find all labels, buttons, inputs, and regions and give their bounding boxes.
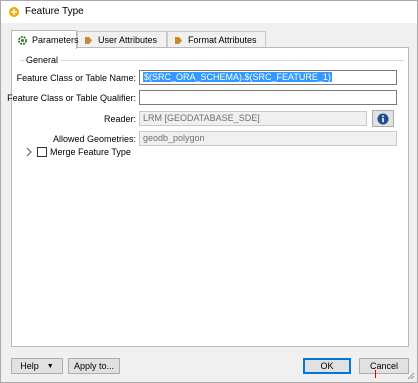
- geometries-field: geodb_polygon: [139, 131, 397, 146]
- help-button[interactable]: Help ▼: [11, 358, 63, 374]
- ok-button[interactable]: OK: [303, 358, 351, 374]
- reader-field: LRM [GEODATABASE_SDE]: [139, 111, 367, 126]
- tab-format-attributes-label: Format Attributes: [188, 35, 257, 45]
- tab-user-attributes-label: User Attributes: [98, 35, 158, 45]
- merge-feature-type-label: Merge Feature Type: [50, 147, 131, 157]
- fme-app-icon: [9, 7, 19, 17]
- arrow-right-icon: [173, 35, 184, 46]
- tab-parameters[interactable]: Parameters: [11, 30, 79, 49]
- apply-to-button-label: Apply to...: [73, 361, 115, 371]
- reader-info-button[interactable]: [372, 110, 394, 127]
- tab-bar: Parameters User Attributes Format Attrib…: [11, 30, 411, 49]
- arrow-right-icon: [83, 35, 94, 46]
- feature-class-label: Feature Class or Table Name:: [16, 73, 136, 83]
- feature-class-input[interactable]: $(SRC_ORA_SCHEMA).$(SRC_FEATURE_1): [139, 70, 397, 85]
- tab-user-attributes[interactable]: User Attributes: [77, 31, 167, 48]
- title-bar: Feature Type: [1, 1, 417, 23]
- parameters-panel: General Feature Class or Table Name: $(S…: [7, 47, 409, 347]
- window-title: Feature Type: [25, 6, 84, 17]
- feature-class-value: $(SRC_ORA_SCHEMA).$(SRC_FEATURE_1): [143, 72, 332, 82]
- qualifier-input[interactable]: [139, 90, 397, 105]
- feature-type-dialog: Feature Type Parameters User Attributes: [0, 0, 418, 383]
- tab-parameters-label: Parameters: [32, 35, 79, 45]
- reader-value: LRM [GEODATABASE_SDE]: [143, 113, 260, 123]
- general-group-label: General: [26, 55, 62, 65]
- ok-button-label: OK: [320, 361, 334, 371]
- gear-icon: [17, 35, 28, 46]
- dropdown-arrow-icon: ▼: [46, 362, 54, 370]
- text-cursor-marker: [375, 370, 376, 378]
- qualifier-label: Feature Class or Table Qualifier:: [7, 93, 136, 103]
- geometries-value: geodb_polygon: [143, 133, 205, 143]
- cancel-button[interactable]: Cancel: [359, 358, 409, 374]
- help-button-label: Help: [20, 361, 39, 371]
- chevron-right-icon[interactable]: [25, 147, 33, 157]
- reader-label: Reader:: [103, 114, 136, 124]
- merge-feature-type-checkbox[interactable]: [37, 147, 47, 157]
- info-icon: [377, 113, 389, 124]
- geometries-label: Allowed Geometries:: [52, 134, 136, 144]
- apply-to-button[interactable]: Apply to...: [68, 358, 120, 374]
- resize-grip-icon[interactable]: [407, 372, 415, 380]
- merge-feature-type-row: Merge Feature Type: [25, 146, 131, 158]
- tab-format-attributes[interactable]: Format Attributes: [167, 31, 266, 48]
